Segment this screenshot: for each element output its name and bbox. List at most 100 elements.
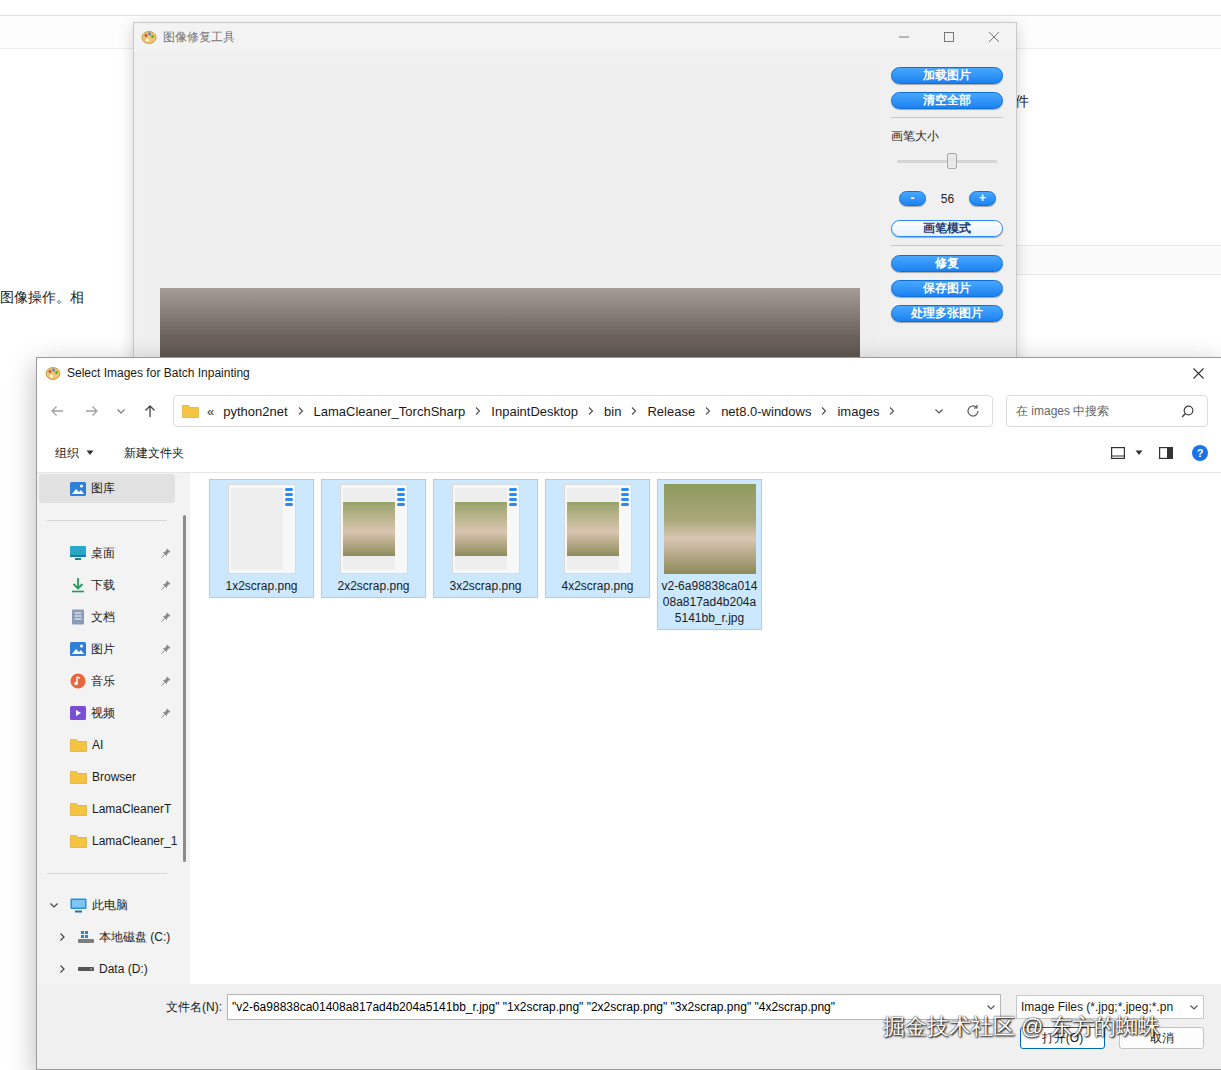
tree-item[interactable]: 此电脑 [39,889,175,921]
tool-button[interactable]: 清空全部 [891,92,1003,109]
nav-item[interactable]: 视频 [39,697,175,729]
back-button[interactable] [43,397,71,425]
file-item[interactable]: 2x2scrap.png [321,479,426,598]
separator [47,520,167,521]
breadcrumb-overflow[interactable]: « [207,404,214,419]
file-item[interactable]: 1x2scrap.png [209,479,314,598]
chevron-right-icon[interactable] [587,406,595,416]
search-icon [1181,405,1194,418]
action-button[interactable]: 处理多张图片 [891,305,1003,322]
breadcrumb-item[interactable]: python2net [223,404,287,419]
mini-photo [455,502,507,556]
nav-label: Browser [92,770,136,784]
pin-icon[interactable] [161,708,171,718]
mini-photo [343,502,395,556]
chevron-right-icon[interactable] [888,406,896,416]
nav-item[interactable]: 图片 [39,633,175,665]
nav-item[interactable]: 文档 [39,601,175,633]
folder-icon [70,802,87,816]
file-item[interactable]: 3x2scrap.png [433,479,538,598]
increase-button[interactable]: + [969,191,996,206]
nav-item[interactable]: AI [39,729,175,761]
mini-canvas [231,488,283,570]
nav-label: AI [92,738,103,752]
brush-mode-button[interactable]: 画笔模式 [891,220,1003,237]
breadcrumb-item[interactable]: net8.0-windows [721,404,811,419]
chevron-down-icon[interactable] [986,1002,996,1012]
new-folder-button[interactable]: 新建文件夹 [122,441,186,466]
nav-item[interactable]: 图库 [39,474,175,503]
thumbnail-frame [212,484,311,574]
separator [891,245,1003,246]
nav-item[interactable]: LamaCleaner_1 [39,825,175,857]
nav-item[interactable]: Browser [39,761,175,793]
nav-item[interactable]: 音乐 [39,665,175,697]
breadcrumb-item[interactable]: images [837,404,879,419]
breadcrumb-item[interactable]: LamaCleaner_TorchSharp [314,404,466,419]
chevron-right-icon[interactable] [474,406,482,416]
chevron-right-icon[interactable] [820,406,828,416]
file-dialog: Select Images for Batch Inpainting«pytho… [36,357,1221,1070]
tool-button[interactable]: 加载图片 [891,67,1003,84]
view-button[interactable] [1105,440,1131,466]
chevron-right-icon[interactable] [630,406,638,416]
mini-button [397,498,405,501]
action-button[interactable]: 保存图片 [891,280,1003,297]
refresh-button[interactable] [960,396,986,426]
help-icon: ? [1192,445,1208,461]
mini-button [285,488,293,491]
search-box[interactable]: 在 images 中搜索 [1006,395,1208,427]
organize-menu[interactable]: 组织 [53,441,96,466]
nav-item[interactable]: LamaCleanerT [39,793,175,825]
breadcrumb-item[interactable]: InpaintDesktop [491,404,578,419]
maximize-icon [944,32,954,42]
pin-icon[interactable] [161,644,171,654]
tree-item[interactable]: Data (D:) [39,953,175,985]
mini-button [285,493,293,496]
view-dropdown[interactable] [1133,440,1145,466]
scrollbar[interactable] [183,515,186,862]
pin-icon[interactable] [161,612,171,622]
file-name: 4x2scrap.png [548,578,647,594]
help-button[interactable]: ? [1187,440,1213,466]
file-item[interactable]: v2-6a98838ca01408a817ad4b204a5141bb_r.jp… [657,479,762,630]
chevron-right-icon[interactable] [57,964,67,974]
tree-item[interactable]: 本地磁盘 (C:) [39,921,175,953]
minimize-icon [899,32,909,42]
music-icon [70,673,86,689]
chevron-right-icon[interactable] [297,406,305,416]
forward-button[interactable] [78,397,106,425]
action-button[interactable]: 修复 [891,255,1003,272]
dropdown-arrow-icon [1135,450,1143,456]
up-button[interactable] [136,397,164,425]
nav-label: 图库 [91,480,115,497]
pin-icon[interactable] [161,676,171,686]
pin-icon[interactable] [161,580,171,590]
preview-pane-button[interactable] [1153,440,1179,466]
nav-item[interactable]: 桌面 [39,537,175,569]
pin-icon[interactable] [161,548,171,558]
brush-size-slider[interactable] [897,151,997,171]
mini-button [509,498,517,501]
chevron-right-icon[interactable] [57,932,67,942]
folder-icon [70,738,87,752]
address-bar[interactable]: « python2net LamaCleaner_TorchSharp Inpaint… [173,395,993,427]
decrease-button[interactable]: - [899,191,926,206]
chevron-right-icon[interactable] [704,406,712,416]
breadcrumb-item[interactable]: Release [647,404,695,419]
mini-button [285,498,293,501]
mini-button [509,493,517,496]
file-item[interactable]: 4x2scrap.png [545,479,650,598]
recent-button[interactable] [113,397,129,425]
nav-item[interactable]: 下载 [39,569,175,601]
close-button[interactable] [1178,358,1218,388]
background-stripe [1017,245,1221,275]
maximize-button[interactable] [926,23,971,51]
history-dropdown[interactable] [926,396,952,426]
forward-arrow-icon [85,404,99,418]
close-button[interactable] [971,23,1016,51]
minimize-button[interactable] [881,23,926,51]
chevron-down-icon[interactable] [49,900,59,910]
breadcrumb-item[interactable]: bin [604,404,621,419]
slider-thumb[interactable] [947,153,957,169]
